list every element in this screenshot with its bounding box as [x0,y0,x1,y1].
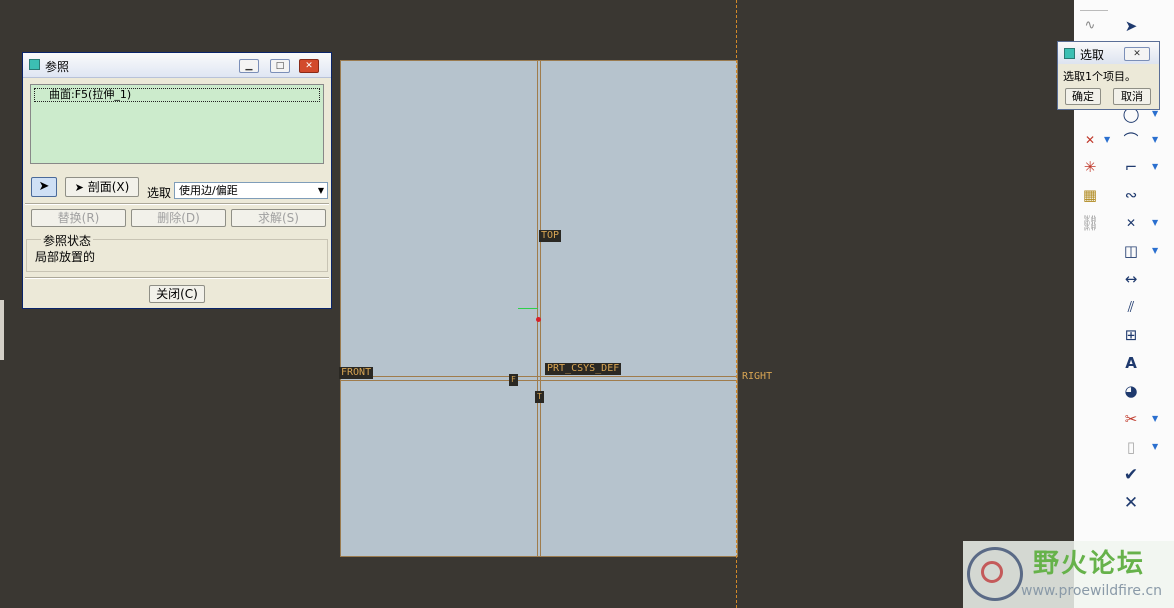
watermark-title: 野火论坛 [1033,549,1146,579]
navigator-handle[interactable] [0,300,4,360]
datum-plane-top-line-2 [540,60,541,557]
select-mode-dropdown[interactable]: 使用边/偏距 ▼ [174,182,328,199]
csys-label[interactable]: PRT_CSYS_DEF [545,363,622,375]
minimize-button[interactable]: ▁ [239,59,259,73]
chain-icon[interactable]: ⛓ [1080,213,1100,233]
palette-icon[interactable]: ◕ [1121,381,1141,401]
close-icon[interactable]: ✕ [299,59,319,73]
csys-axis-t-label: T [535,391,544,403]
constraints-icon[interactable]: ⊞ [1121,325,1141,345]
trim-icon[interactable]: ✂ [1121,409,1141,429]
chevron-down-icon[interactable]: ▼ [1152,219,1160,227]
chevron-down-icon[interactable]: ▼ [1152,443,1160,451]
maximize-button[interactable]: □ [270,59,290,73]
centerline-dashed[interactable] [736,0,737,608]
logo-inner-ring [981,561,1003,583]
dimension-icon[interactable]: ↔ [1121,269,1141,289]
references-list[interactable]: 曲面:F5(拉伸_1) [30,84,324,164]
select-label: 选取 [147,186,172,200]
chevron-down-icon[interactable]: ▼ [1152,163,1160,171]
status-text: 局部放置的 [35,250,96,264]
references-dialog: 参照 ▁ □ ✕ 曲面:F5(拉伸_1) ➤ ➤ 剖面(X) 选取 使用边/偏距… [22,52,332,309]
chevron-down-icon[interactable]: ▼ [1152,247,1160,255]
chevron-down-icon[interactable]: ▼ [1152,136,1160,144]
cursor-arrow-icon: ➤ [74,181,84,194]
offset-entity-icon[interactable]: ◫ [1121,241,1141,261]
point-grid-icon[interactable]: ✕ [1080,130,1100,150]
sketch-display-icon[interactable]: ∿ [1080,16,1100,36]
close-button[interactable]: 关闭(C) [149,285,205,303]
toolbar-grip [1080,0,1108,11]
fillet-icon[interactable]: ⌐ [1121,157,1141,177]
pointer-select-button[interactable]: ➤ [31,177,57,197]
divider [25,203,329,205]
select-dialog: 选取 ✕ 选取1个项目。 确定 取消 [1057,41,1160,110]
app-icon [1064,48,1075,59]
dialog-titlebar[interactable]: 参照 ▁ □ ✕ [23,53,331,78]
chevron-down-icon[interactable]: ▼ [1152,415,1160,423]
chevron-down-icon: ▼ [317,186,324,195]
ok-button[interactable]: 确定 [1065,88,1101,105]
cancel-button[interactable]: 取消 [1113,88,1151,105]
solve-button[interactable]: 求解(S) [231,209,326,227]
datum-plane-front-line-2 [340,380,738,381]
delete-button[interactable]: 删除(D) [131,209,226,227]
sketch-plane[interactable] [340,60,738,557]
ruler-icon[interactable]: ▦ [1080,185,1100,205]
modify-icon[interactable]: ⫽ [1121,297,1141,317]
select-mode-value: 使用边/偏距 [179,184,238,197]
text-icon[interactable]: A [1121,353,1141,373]
chevron-down-icon[interactable]: ▼ [1152,110,1160,118]
section-button[interactable]: ➤ 剖面(X) [65,177,139,197]
dialog-title: 参照 [45,60,70,74]
chevron-down-icon[interactable]: ▼ [1104,136,1112,144]
cancel-x-icon[interactable]: ✕ [1121,493,1141,513]
mirror-icon[interactable]: ▯ [1121,437,1141,457]
point-icon[interactable]: ✕ [1121,213,1141,233]
datum-plane-front-line[interactable] [340,376,738,377]
dialog-titlebar[interactable]: 选取 ✕ [1058,42,1159,64]
select-arrow-icon[interactable]: ➤ [1121,16,1141,36]
app-icon [29,59,40,70]
intersect-icon[interactable]: ✳ [1080,157,1100,177]
axis-x-marker [518,308,538,309]
section-button-label: 剖面(X) [87,180,130,194]
arc-icon[interactable]: ⌒ [1121,130,1141,150]
list-item[interactable]: 曲面:F5(拉伸_1) [34,88,320,102]
datum-label-front[interactable]: FRONT [339,367,374,379]
replace-button[interactable]: 替换(R) [31,209,126,227]
datum-label-right[interactable]: RIGHT [740,371,774,383]
datum-label-top[interactable]: TOP [539,230,562,242]
close-icon[interactable]: ✕ [1124,47,1150,61]
watermark-url: www.proewildfire.cn [1021,583,1163,599]
divider [25,277,329,279]
origin-point-icon[interactable] [536,317,541,322]
dialog-title: 选取 [1080,48,1105,62]
status-group-label: 参照状态 [41,232,94,249]
watermark: 野火论坛 www.proewildfire.cn [963,541,1174,608]
csys-axis-f-label: F [509,374,518,386]
select-message: 选取1个项目。 [1063,70,1136,83]
spline-icon[interactable]: ∾ [1121,185,1141,205]
check-icon[interactable]: ✔ [1121,465,1141,485]
cursor-arrow-icon: ➤ [38,179,50,194]
